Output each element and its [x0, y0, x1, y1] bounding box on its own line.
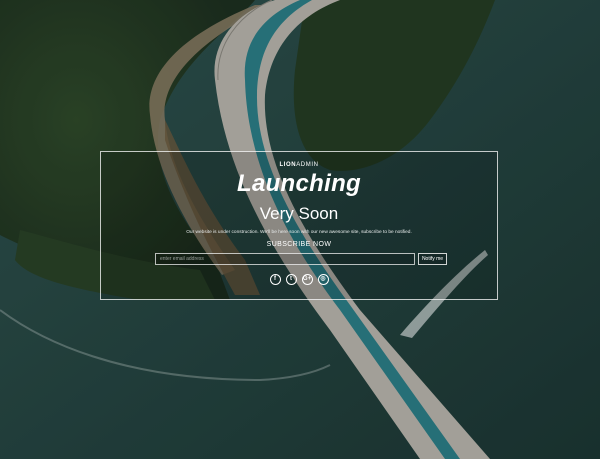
- subscribe-form: Notify me: [155, 253, 447, 265]
- page-subtitle: Very Soon: [259, 204, 339, 223]
- page-title: Launching: [236, 170, 362, 197]
- email-input[interactable]: [155, 253, 415, 265]
- facebook-icon[interactable]: f: [269, 274, 281, 285]
- notify-button[interactable]: Notify me: [418, 253, 447, 265]
- coming-soon-panel: LIONADMIN Launching Very Soon Our websit…: [100, 151, 498, 300]
- brand-logo: LIONADMIN: [101, 162, 497, 168]
- construction-note: Our website is under construction. We'll…: [186, 230, 412, 235]
- twitter-icon[interactable]: t: [285, 274, 297, 285]
- google-plus-icon[interactable]: G+: [301, 274, 313, 285]
- brand-bold: LION: [279, 162, 297, 168]
- social-links: f t G+ ◎: [101, 274, 497, 285]
- subscribe-heading: SUBSCRIBE NOW: [266, 241, 332, 248]
- brand-light: ADMIN: [296, 162, 319, 168]
- instagram-icon[interactable]: ◎: [317, 274, 329, 285]
